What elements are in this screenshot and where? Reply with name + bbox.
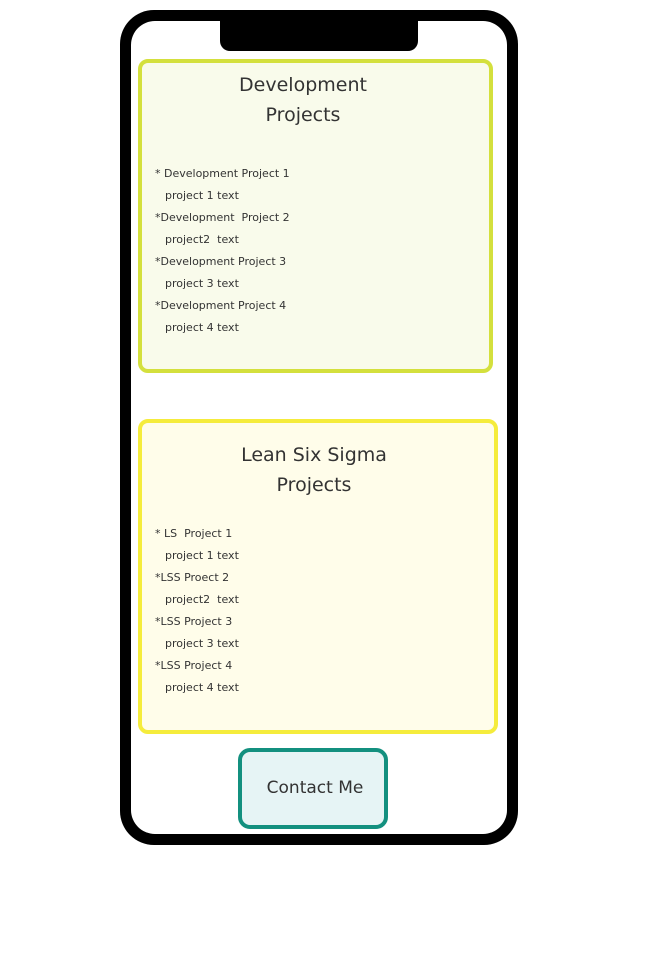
list-item: *LSS Project 4 project 4 text	[155, 655, 239, 699]
lss-project-3-name: *LSS Project 3	[155, 615, 233, 628]
development-project-3-name: *Development Project 3	[155, 255, 287, 268]
lss-project-2-name: *LSS Proect 2	[155, 571, 230, 584]
list-item: *Development Project 3 project 3 text	[155, 251, 290, 295]
development-project-1-text: project 1 text	[165, 189, 239, 202]
list-item: * LS Project 1 project 1 text	[155, 523, 239, 567]
development-projects-title: Development Projects	[239, 74, 367, 126]
lean-six-sigma-projects-card: Lean Six Sigma Projects * LS Project 1 p…	[138, 419, 498, 734]
development-project-2-text: project2 text	[165, 233, 239, 246]
development-projects-list: * Development Project 1 project 1 text *…	[155, 163, 290, 339]
phone-notch	[220, 20, 418, 51]
lean-six-sigma-projects-list: * LS Project 1 project 1 text *LSS Proec…	[155, 523, 239, 699]
lss-project-1-name: * LS Project 1	[155, 527, 233, 540]
list-item: *Development Project 2 project2 text	[155, 207, 290, 251]
development-project-4-text: project 4 text	[165, 321, 239, 334]
development-project-2-name: *Development Project 2	[155, 211, 290, 224]
development-project-1-name: * Development Project 1	[155, 167, 290, 180]
lss-project-2-text: project2 text	[165, 593, 239, 606]
development-project-4-name: *Development Project 4	[155, 299, 287, 312]
lss-project-4-name: *LSS Project 4	[155, 659, 233, 672]
list-item: *LSS Proect 2 project2 text	[155, 567, 239, 611]
list-item: *LSS Project 3 project 3 text	[155, 611, 239, 655]
development-project-3-text: project 3 text	[165, 277, 239, 290]
lss-project-4-text: project 4 text	[165, 681, 239, 694]
lss-project-1-text: project 1 text	[165, 549, 239, 562]
contact-me-button[interactable]: Contact Me	[238, 748, 388, 829]
list-item: * Development Project 1 project 1 text	[155, 163, 290, 207]
list-item: *Development Project 4 project 4 text	[155, 295, 290, 339]
development-projects-card: Development Projects * Development Proje…	[138, 59, 493, 373]
lss-project-3-text: project 3 text	[165, 637, 239, 650]
lean-six-sigma-projects-title: Lean Six Sigma Projects	[241, 444, 387, 496]
